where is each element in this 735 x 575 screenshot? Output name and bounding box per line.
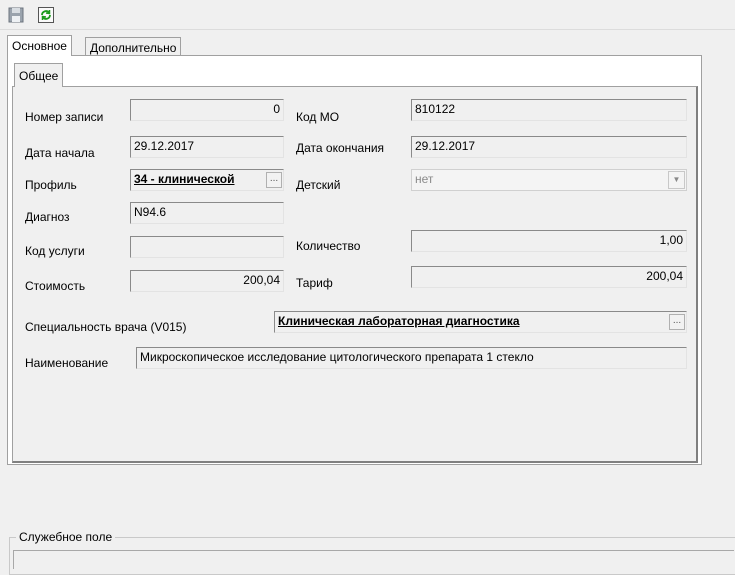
name-field[interactable]: Микроскопическое исследование цитологиче… [136,347,687,369]
tariff-field[interactable]: 200,04 [411,266,687,288]
cost-field[interactable]: 200,04 [130,270,284,292]
service-code-label: Код услуги [25,244,85,258]
refresh-button[interactable] [37,6,55,24]
specialty-field[interactable]: Клиническая лабораторная диагностика ... [274,311,687,333]
mo-code-label: Код МО [296,110,340,124]
child-label: Детский [296,178,341,192]
save-icon [8,7,24,23]
specialty-label: Специальность врача (V015) [25,320,187,334]
specialty-lookup-button[interactable]: ... [669,314,685,330]
mo-code-field[interactable]: 810122 [411,99,687,121]
tab-main[interactable]: Основное [7,35,72,56]
chevron-down-icon[interactable]: ▼ [668,171,685,189]
profile-value: 34 - клинической [134,172,235,186]
diagnosis-label: Диагноз [25,210,70,224]
service-field-legend: Служебное поле [19,530,113,544]
child-select-value: нет [415,172,434,186]
specialty-value: Клиническая лабораторная диагностика [278,314,520,328]
diagnosis-field[interactable]: N94.6 [130,202,284,224]
save-button[interactable] [7,6,25,24]
toolbar-divider [0,29,735,30]
quantity-field[interactable]: 1,00 [411,230,687,252]
record-number-label: Номер записи [25,110,104,124]
profile-label: Профиль [25,178,77,192]
start-date-field[interactable]: 29.12.2017 [130,136,284,158]
tariff-label: Тариф [296,276,333,290]
quantity-label: Количество [296,239,361,253]
cost-label: Стоимость [25,279,86,293]
refresh-icon [38,7,54,23]
service-field-input[interactable] [13,550,734,569]
profile-field[interactable]: 34 - клинической ... [130,169,284,191]
profile-lookup-button[interactable]: ... [266,172,282,188]
service-code-field[interactable] [130,236,284,258]
end-date-field[interactable]: 29.12.2017 [411,136,687,158]
end-date-label: Дата окончания [296,141,385,155]
name-label: Наименование [25,356,109,370]
tab-additional[interactable]: Дополнительно [85,37,182,55]
child-select[interactable]: нет ▼ [411,169,687,191]
record-number-field[interactable]: 0 [130,99,284,121]
start-date-label: Дата начала [25,146,95,160]
tab-general[interactable]: Общее [14,63,64,87]
